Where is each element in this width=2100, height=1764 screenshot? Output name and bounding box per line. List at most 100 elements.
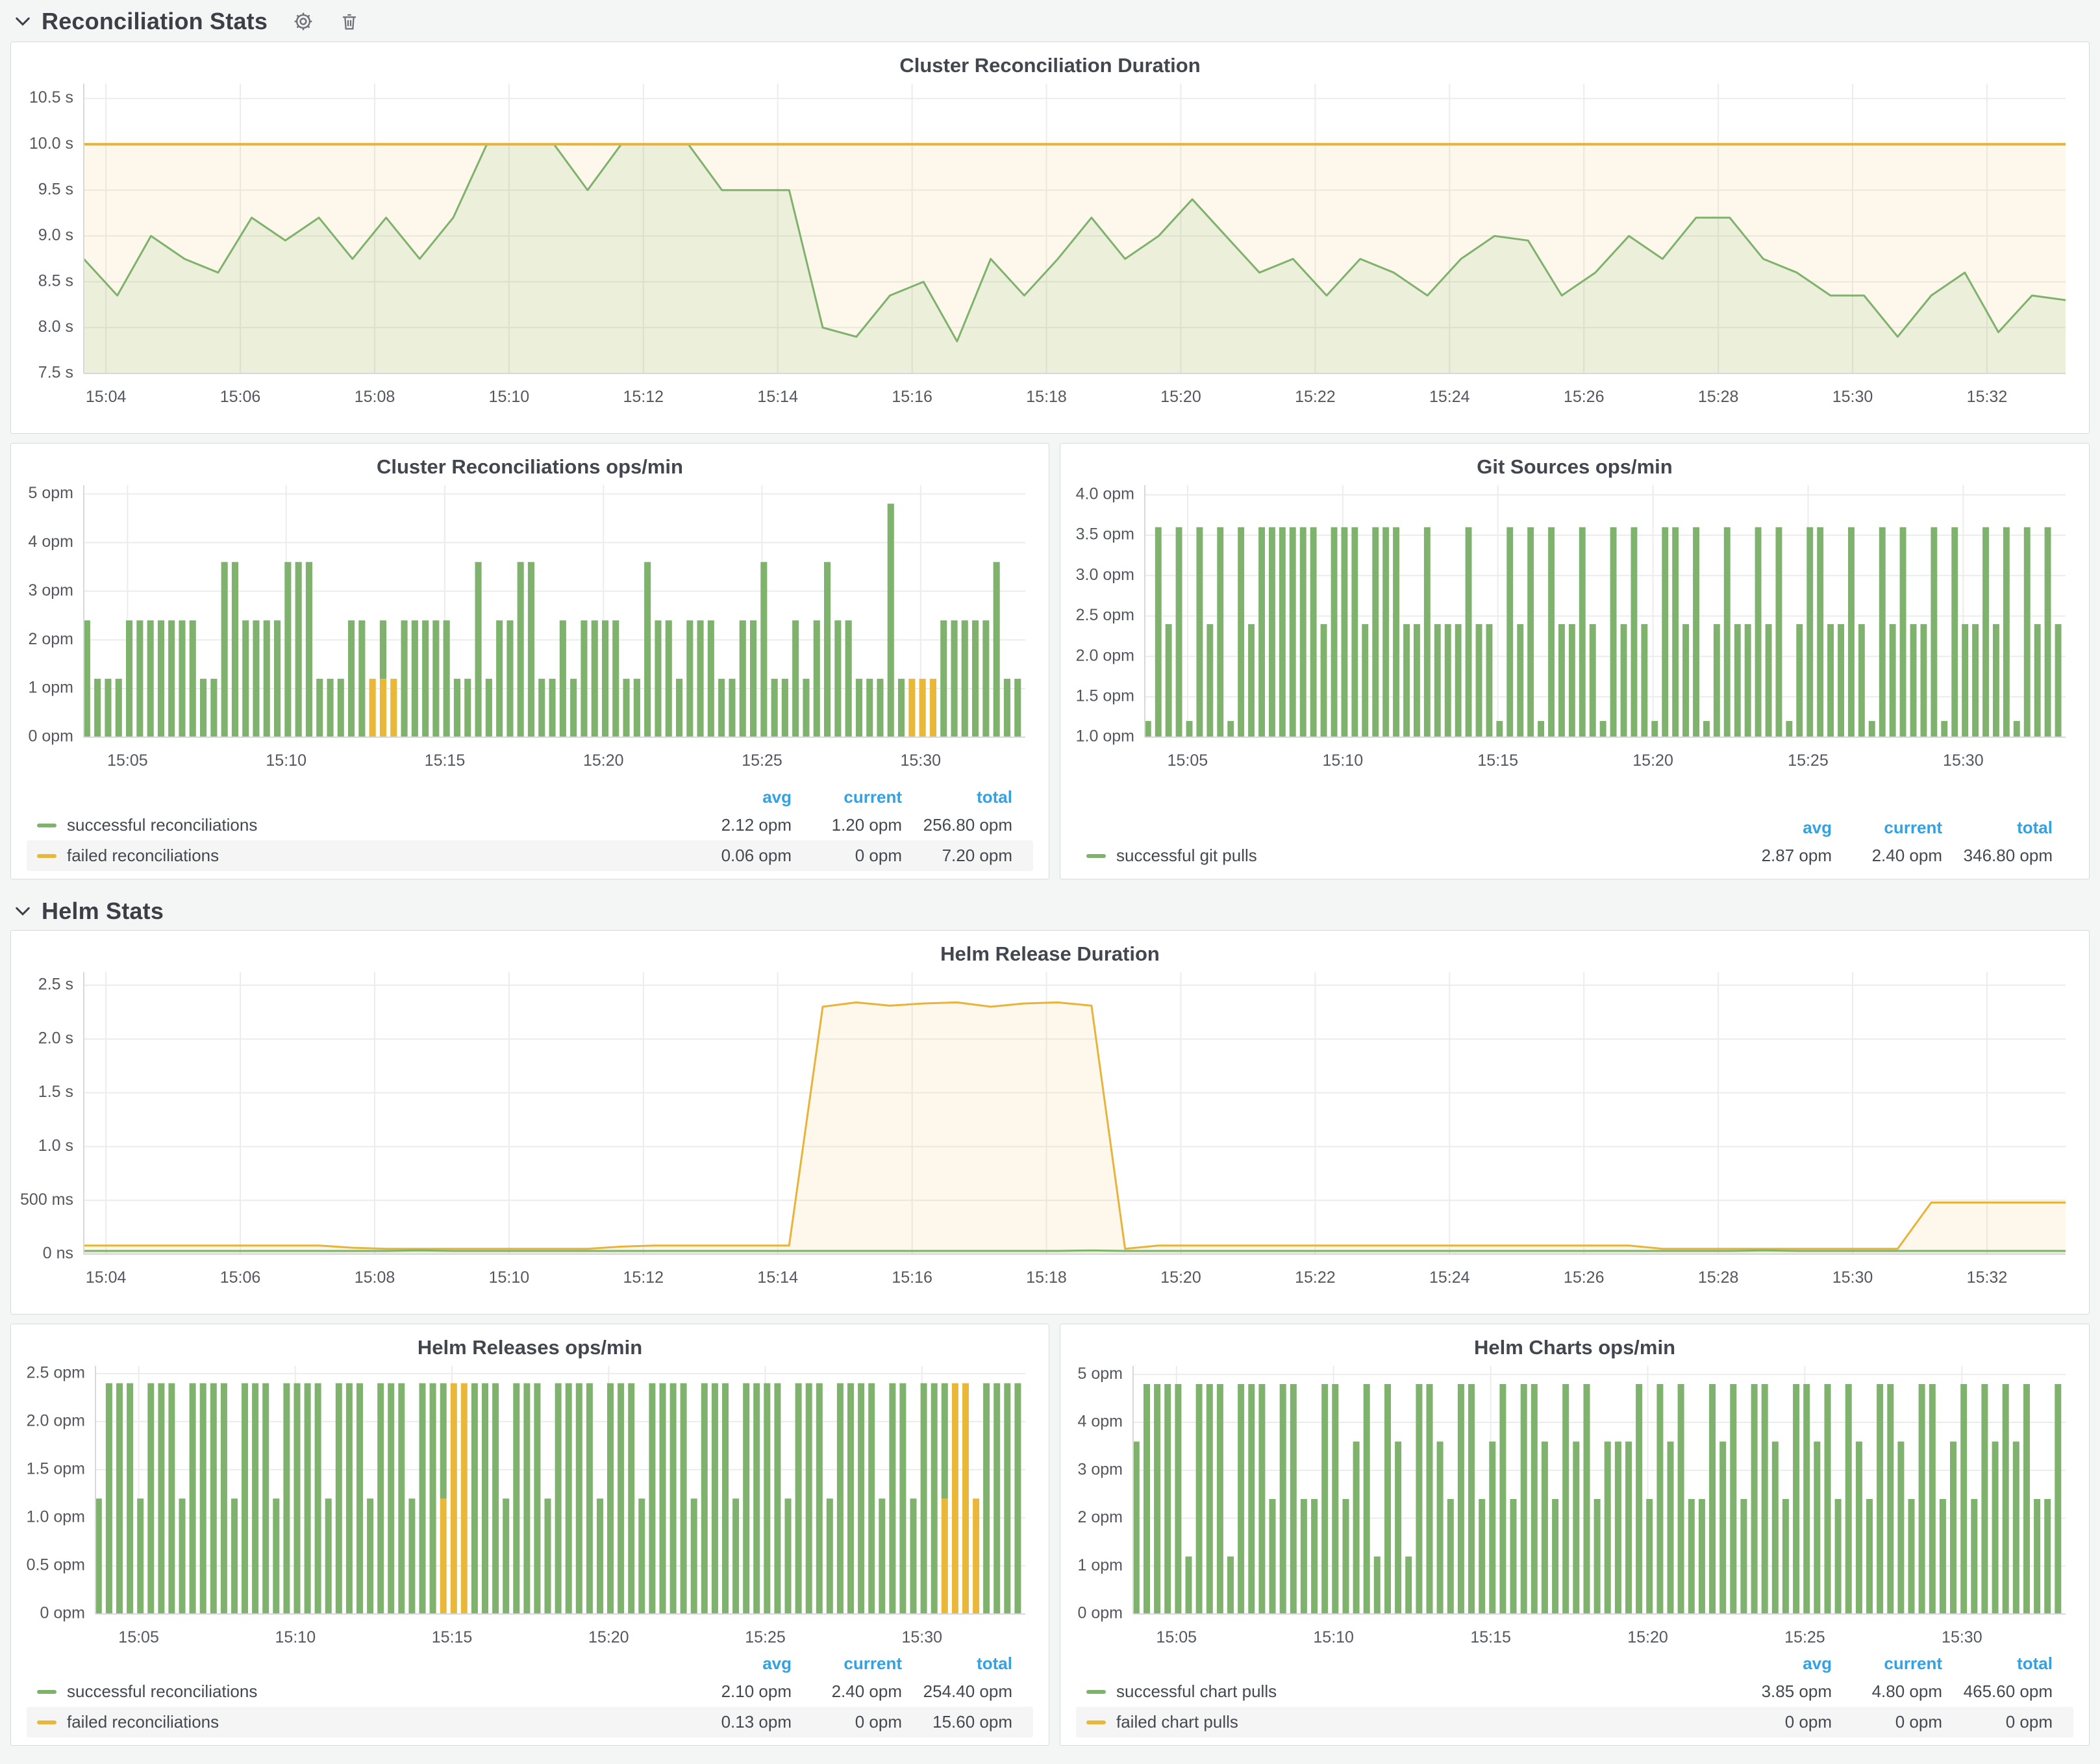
legend-label[interactable]: successful reconciliations [67,1682,681,1702]
chevron-down-icon[interactable] [14,16,31,27]
panel-title[interactable]: Helm Release Duration [11,942,2089,966]
svg-text:0 opm: 0 opm [29,727,73,746]
series-color-dash [37,1720,56,1724]
svg-text:15:18: 15:18 [1026,388,1067,406]
svg-text:1.5 s: 1.5 s [38,1083,73,1101]
svg-text:15:05: 15:05 [1168,751,1208,770]
legend-total: 254.40 opm [902,1682,1012,1702]
svg-text:500 ms: 500 ms [20,1191,73,1209]
svg-text:3 opm: 3 opm [1078,1460,1123,1478]
svg-text:4 opm: 4 opm [29,533,73,551]
legend-row: failed reconciliations 0.06 opm 0 opm 7.… [27,840,1033,871]
svg-text:9.5 s: 9.5 s [38,180,73,198]
panel-cluster-reconciliations-ops: Cluster Reconciliations ops/min 0 opm1 o… [10,443,1049,879]
panel-cluster-reconciliation-duration: Cluster Reconciliation Duration 7.5 s 8.0… [10,42,2090,434]
svg-text:15:18: 15:18 [1026,1268,1067,1287]
legend-avg: 2.12 opm [681,815,792,835]
legend-total: 256.80 opm [902,815,1012,835]
svg-text:2.0 opm: 2.0 opm [27,1411,85,1430]
legend: avg current total successful reconciliat… [27,784,1033,871]
legend-col-total[interactable]: total [1942,1654,2053,1674]
legend-row: failed reconciliations 0.13 opm 0 opm 15… [27,1707,1033,1737]
legend-col-avg[interactable]: avg [681,787,792,807]
legend-col-avg[interactable]: avg [1721,1654,1832,1674]
gear-icon[interactable] [292,10,314,32]
legend-col-current[interactable]: current [1832,818,1942,838]
series-color-dash [1086,1720,1106,1724]
section-title: Reconciliation Stats [42,8,268,35]
svg-text:15:05: 15:05 [1156,1628,1197,1646]
svg-text:15:10: 15:10 [1313,1628,1354,1646]
svg-text:15:30: 15:30 [902,1628,943,1646]
svg-text:2.5 opm: 2.5 opm [1076,606,1134,624]
svg-text:2.0 s: 2.0 s [38,1029,73,1047]
legend-label[interactable]: successful chart pulls [1116,1682,1721,1702]
svg-text:15:06: 15:06 [220,388,261,406]
panel-title[interactable]: Cluster Reconciliations ops/min [11,455,1049,479]
legend-label[interactable]: successful reconciliations [67,815,681,835]
legend: avg current total successful chart pulls… [1076,1650,2073,1737]
svg-text:7.5 s: 7.5 s [38,364,73,382]
legend-avg: 2.10 opm [681,1682,792,1702]
legend-row: successful chart pulls 3.85 opm 4.80 opm… [1076,1676,2073,1707]
svg-text:3.0 opm: 3.0 opm [1076,566,1134,584]
svg-text:15:20: 15:20 [1160,388,1201,406]
panel-title[interactable]: Cluster Reconciliation Duration [11,54,2089,77]
svg-text:10.0 s: 10.0 s [29,134,73,153]
svg-text:15:20: 15:20 [1627,1628,1668,1646]
section-header-reconciliation[interactable]: Reconciliation Stats [10,0,2090,39]
legend-col-total[interactable]: total [902,787,1012,807]
chart-canvas[interactable]: 0 ns500 ms1.0 s1.5 s2.0 s2.5 s15:0415:06… [11,931,2089,1314]
panel-title[interactable]: Git Sources ops/min [1060,455,2089,479]
legend-label[interactable]: failed reconciliations [67,846,681,866]
legend-current: 2.40 opm [1832,846,1942,866]
svg-text:1.5 opm: 1.5 opm [27,1460,85,1478]
legend-col-current[interactable]: current [1832,1654,1942,1674]
legend-col-avg[interactable]: avg [1721,818,1832,838]
svg-text:15:10: 15:10 [489,388,530,406]
series-color-dash [1086,1690,1106,1694]
svg-text:15:30: 15:30 [1942,1628,1982,1646]
legend-row: failed chart pulls 0 opm 0 opm 0 opm [1076,1707,2073,1737]
legend-col-avg[interactable]: avg [681,1654,792,1674]
series-color-dash [37,824,56,827]
legend-label[interactable]: successful git pulls [1116,846,1721,866]
section-header-helm[interactable]: Helm Stats [10,890,2090,929]
svg-text:15:24: 15:24 [1429,1268,1470,1287]
chart-canvas[interactable]: 7.5 s8.0 s8.5 s9.0 s9.5 s10.0 s10.5 s15:… [11,42,2089,433]
legend-label[interactable]: failed chart pulls [1116,1712,1721,1732]
svg-text:4 opm: 4 opm [1078,1413,1123,1431]
svg-text:15:05: 15:05 [118,1628,159,1646]
legend-label[interactable]: failed reconciliations [67,1712,681,1732]
panel-title[interactable]: Helm Releases ops/min [11,1336,1049,1359]
svg-text:0 ns: 0 ns [43,1244,73,1263]
chart-canvas[interactable]: 1.0 opm1.5 opm2.0 opm2.5 opm3.0 opm3.5 o… [1060,444,2089,879]
legend-current: 0 opm [792,1712,902,1732]
svg-text:15:16: 15:16 [892,1268,932,1287]
legend-col-current[interactable]: current [792,1654,902,1674]
series-color-dash [37,854,56,858]
panel-title[interactable]: Helm Charts ops/min [1060,1336,2089,1359]
svg-text:1.0 opm: 1.0 opm [1076,727,1134,746]
svg-text:9.0 s: 9.0 s [38,226,73,244]
svg-text:1.0 opm: 1.0 opm [27,1508,85,1526]
svg-text:15:25: 15:25 [742,751,782,770]
svg-text:15:22: 15:22 [1295,1268,1336,1287]
legend-col-current[interactable]: current [792,787,902,807]
legend-col-total[interactable]: total [1942,818,2053,838]
svg-text:8.0 s: 8.0 s [38,318,73,336]
svg-text:15:28: 15:28 [1698,388,1739,406]
svg-text:15:30: 15:30 [1832,388,1873,406]
svg-text:0.5 opm: 0.5 opm [27,1556,85,1574]
trash-icon[interactable] [339,11,360,32]
legend-avg: 2.87 opm [1721,846,1832,866]
legend-current: 0 opm [792,846,902,866]
series-color-dash [1086,854,1106,858]
svg-text:15:26: 15:26 [1564,388,1605,406]
svg-text:2.5 s: 2.5 s [38,975,73,993]
legend-col-total[interactable]: total [902,1654,1012,1674]
legend-avg: 0.06 opm [681,846,792,866]
chevron-down-icon[interactable] [14,905,31,917]
legend-avg: 3.85 opm [1721,1682,1832,1702]
svg-text:10.5 s: 10.5 s [29,88,73,107]
